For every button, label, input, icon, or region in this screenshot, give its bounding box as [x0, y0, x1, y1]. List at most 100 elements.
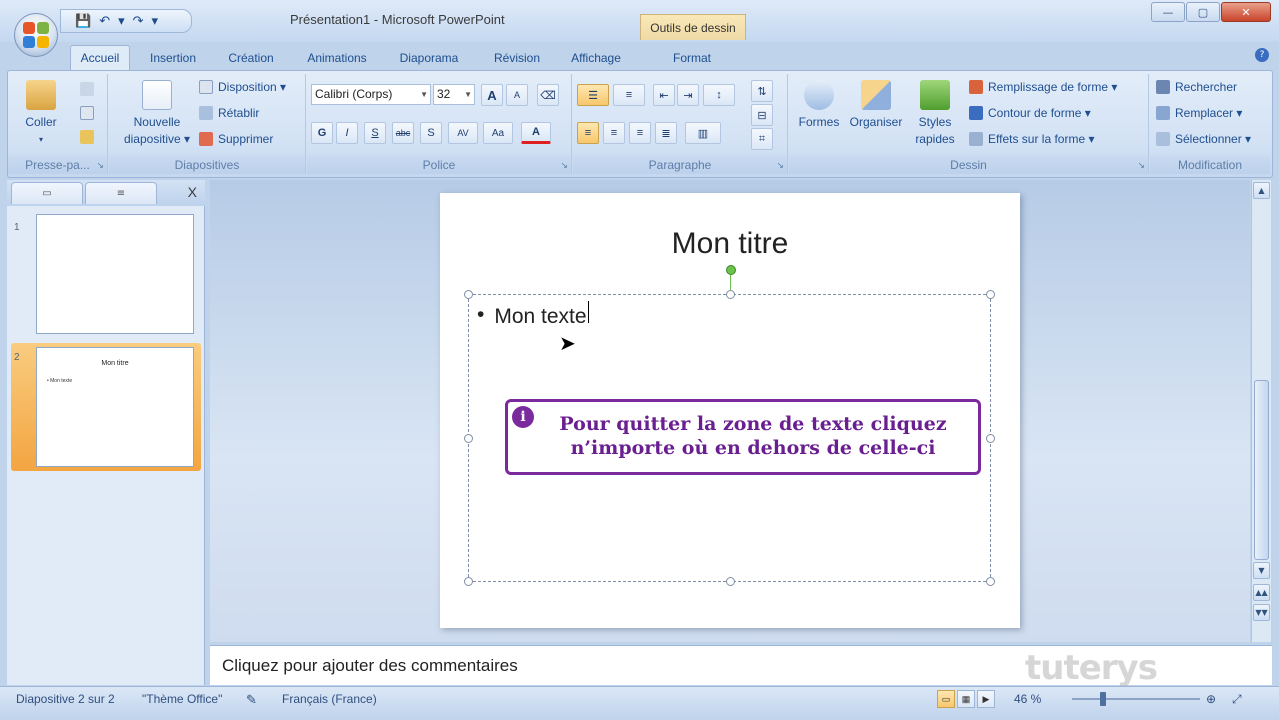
drawing-launcher-icon[interactable]: ↘: [1137, 161, 1145, 171]
replace-button[interactable]: Remplacer ▾: [1156, 106, 1242, 120]
rotation-handle[interactable]: [726, 265, 736, 275]
pane-close-button[interactable]: X: [188, 184, 197, 200]
outline-tab[interactable]: ≡: [85, 182, 157, 204]
text-direction-button[interactable]: ⇅: [751, 80, 773, 102]
char-spacing-button[interactable]: AV: [448, 122, 478, 144]
bold-button[interactable]: G: [311, 122, 333, 144]
resize-handle-right[interactable]: [986, 434, 995, 443]
undo-dropdown-icon[interactable]: ▾: [118, 14, 125, 29]
resize-handle-top-left[interactable]: [464, 290, 473, 299]
clear-format-button[interactable]: ⌫: [537, 84, 559, 106]
copy-button[interactable]: [80, 106, 94, 120]
smartart-button[interactable]: ⌗: [751, 128, 773, 150]
minimize-button[interactable]: —: [1151, 2, 1185, 22]
help-icon[interactable]: ?: [1255, 48, 1269, 62]
scroll-down-arrow-icon[interactable]: ▼: [1253, 562, 1270, 579]
paste-button[interactable]: Coller ▾: [16, 80, 66, 148]
customize-toolbar-icon[interactable]: ▾: [152, 14, 159, 29]
bullets-button[interactable]: ☰: [577, 84, 609, 106]
shape-effects-button[interactable]: Effets sur la forme ▾: [969, 132, 1095, 146]
save-icon[interactable]: 💾: [75, 14, 91, 29]
resize-handle-left[interactable]: [464, 434, 473, 443]
select-button[interactable]: Sélectionner ▾: [1156, 132, 1251, 146]
delete-slide-button[interactable]: Supprimer: [199, 132, 273, 146]
numbering-button[interactable]: ≡: [613, 84, 645, 106]
next-slide-icon[interactable]: ▼▼: [1253, 604, 1270, 621]
format-painter-button[interactable]: [80, 130, 94, 144]
resize-handle-top-right[interactable]: [986, 290, 995, 299]
theme-status[interactable]: "Thème Office": [142, 692, 222, 706]
office-button[interactable]: [14, 13, 58, 57]
shape-outline-button[interactable]: Contour de forme ▾: [969, 106, 1091, 120]
layout-button[interactable]: Disposition ▾: [199, 80, 286, 94]
tab-affichage[interactable]: Affichage: [560, 45, 632, 70]
zoom-slider-knob[interactable]: [1100, 692, 1106, 706]
tab-diaporama[interactable]: Diaporama: [388, 45, 470, 70]
slide-thumbnail-1[interactable]: [36, 214, 194, 334]
close-button[interactable]: ✕: [1221, 2, 1271, 22]
tab-insertion[interactable]: Insertion: [140, 45, 206, 70]
new-slide-button[interactable]: Nouvelle diapositive ▾: [115, 80, 199, 148]
shapes-button[interactable]: Formes: [793, 80, 845, 131]
italic-button[interactable]: I: [336, 122, 358, 144]
align-right-button[interactable]: ≡: [629, 122, 651, 144]
font-name-combo[interactable]: Calibri (Corps) ▼: [311, 84, 431, 105]
redo-icon[interactable]: ↷: [133, 14, 144, 29]
cut-button[interactable]: [80, 82, 94, 96]
zoom-level[interactable]: 46 %: [1014, 692, 1041, 706]
arrange-button[interactable]: Organiser: [845, 80, 907, 131]
font-size-combo[interactable]: 32 ▼: [433, 84, 475, 105]
tab-creation[interactable]: Création: [218, 45, 284, 70]
align-center-button[interactable]: ≡: [603, 122, 625, 144]
notes-pane[interactable]: Cliquez pour ajouter des commentaires tu…: [210, 645, 1272, 688]
shape-fill-button[interactable]: Remplissage de forme ▾: [969, 80, 1117, 94]
tab-accueil[interactable]: Accueil: [70, 45, 130, 70]
resize-handle-bottom-left[interactable]: [464, 577, 473, 586]
normal-view-icon[interactable]: ▭: [937, 690, 955, 708]
resize-handle-top[interactable]: [726, 290, 735, 299]
justify-button[interactable]: ≣: [655, 122, 677, 144]
align-left-button[interactable]: ≡: [577, 122, 599, 144]
shrink-font-button[interactable]: A: [506, 84, 528, 106]
quick-styles-button[interactable]: Styles rapides: [907, 80, 963, 148]
slideshow-view-icon[interactable]: ▶: [977, 690, 995, 708]
resize-handle-bottom-right[interactable]: [986, 577, 995, 586]
content-text-box[interactable]: • Mon texte ➤ i Pour quitter la zone de …: [464, 290, 995, 586]
zoom-slider[interactable]: [1072, 698, 1200, 700]
align-text-button[interactable]: ⊟: [751, 104, 773, 126]
font-color-button[interactable]: A: [521, 122, 551, 144]
columns-button[interactable]: ▥: [685, 122, 721, 144]
tab-format[interactable]: Format: [662, 45, 722, 70]
underline-button[interactable]: S: [364, 122, 386, 144]
strikethrough-button[interactable]: abc: [392, 122, 414, 144]
previous-slide-icon[interactable]: ▲▲: [1253, 584, 1270, 601]
maximize-button[interactable]: ▢: [1186, 2, 1220, 22]
slide-sorter-view-icon[interactable]: ▦: [957, 690, 975, 708]
language-status[interactable]: Français (France): [282, 692, 377, 706]
slide-title[interactable]: Mon titre: [440, 227, 1020, 261]
font-launcher-icon[interactable]: ↘: [560, 161, 568, 171]
find-button[interactable]: Rechercher: [1156, 80, 1237, 94]
tab-animations[interactable]: Animations: [296, 45, 378, 70]
slide-canvas[interactable]: Mon titre • Mon texte ➤ i Pour quitter l…: [440, 193, 1020, 628]
slides-tab[interactable]: ▭: [11, 182, 83, 204]
zoom-in-icon[interactable]: ⊕: [1206, 692, 1216, 706]
undo-icon[interactable]: ↶: [99, 14, 110, 29]
scrollbar-thumb[interactable]: [1254, 380, 1269, 560]
scroll-up-arrow-icon[interactable]: ▲: [1253, 182, 1270, 199]
line-spacing-button[interactable]: ↕: [703, 84, 735, 106]
resize-handle-bottom[interactable]: [726, 577, 735, 586]
bullet-item[interactable]: • Mon texte: [477, 301, 589, 329]
decrease-indent-button[interactable]: ⇤: [653, 84, 675, 106]
spell-check-icon[interactable]: ✎: [246, 692, 257, 708]
tab-revision[interactable]: Révision: [482, 45, 552, 70]
reset-button[interactable]: Rétablir: [199, 106, 259, 120]
increase-indent-button[interactable]: ⇥: [677, 84, 699, 106]
grow-font-button[interactable]: A: [481, 84, 503, 106]
shadow-button[interactable]: S: [420, 122, 442, 144]
fit-to-window-icon[interactable]: ⤢: [1232, 692, 1242, 707]
change-case-button[interactable]: Aa: [483, 122, 513, 144]
vertical-scrollbar[interactable]: ▲ ▼ ▲▲ ▼▼: [1251, 180, 1271, 642]
clipboard-launcher-icon[interactable]: ↘: [96, 161, 104, 171]
paragraph-launcher-icon[interactable]: ↘: [776, 161, 784, 171]
